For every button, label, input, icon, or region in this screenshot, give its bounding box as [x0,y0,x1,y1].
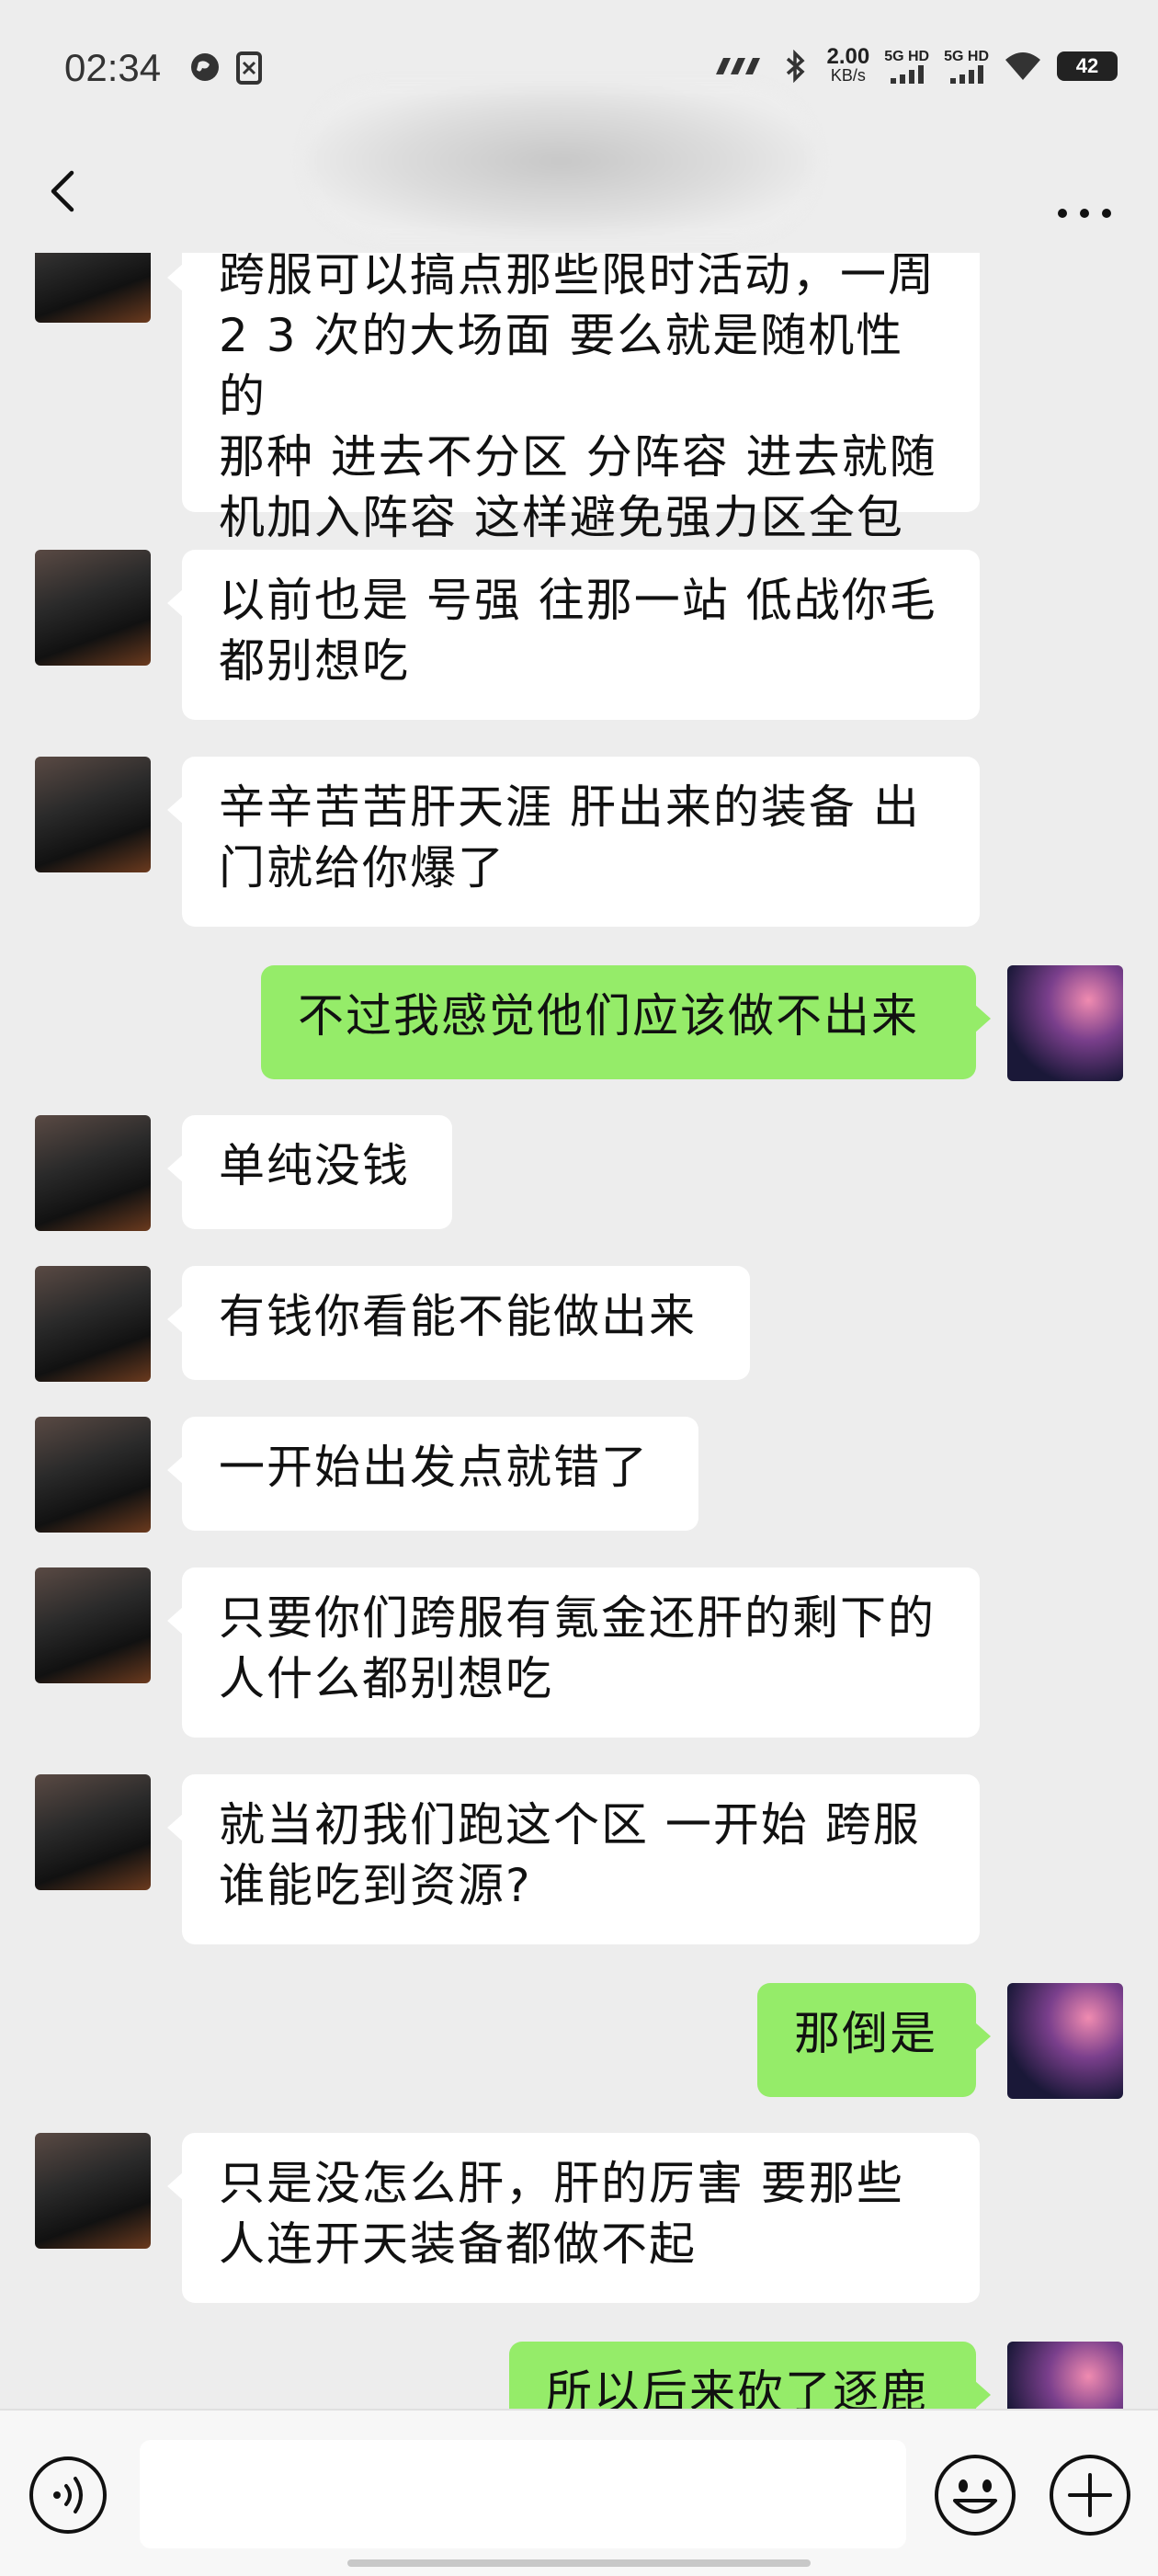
vpn-globe-icon [191,53,219,81]
message-bubble[interactable]: 一开始出发点就错了 [167,1417,698,1531]
back-chevron-icon[interactable] [37,164,92,219]
avatar[interactable] [35,757,151,872]
more-dots-icon[interactable] [1048,165,1121,221]
mobile-logo-icon [716,58,761,74]
chat-input-bar [0,2409,1158,2576]
bluetooth-icon [787,50,806,83]
net-speed: 2.00 KB/s [826,44,870,85]
page-title [303,83,818,239]
message-bubble[interactable]: 辛辛苦苦肝天涯 肝出来的装备 出 门就给你爆了 [167,757,980,927]
avatar[interactable] [1007,1983,1123,2099]
signal-2-label: 5G HD [944,49,989,64]
avatar[interactable] [35,550,151,666]
avatar[interactable] [35,1774,151,1890]
net-speed-unit: KB/s [830,66,866,85]
signal-bars-icon [949,65,983,84]
avatar[interactable] [35,2133,151,2249]
avatar[interactable] [35,253,151,323]
chat-header [0,83,1158,253]
message-bubble[interactable]: 所以后来砍了逐鹿 [509,2342,991,2409]
signal-bars-icon [890,65,924,84]
message-bubble[interactable]: 只是没怎么肝，肝的厉害 要那些 人连开天装备都做不起 [167,2133,980,2303]
message-bubble[interactable]: 有钱你看能不能做出来 [167,1266,750,1380]
signal-1: 5G HD [884,49,929,84]
avatar[interactable] [1007,2342,1123,2409]
message-input[interactable] [140,2440,906,2548]
notification-card-icon [236,51,262,85]
message-bubble[interactable]: 以前也是 号强 往那一站 低战你毛 都别想吃 [167,550,980,720]
message-bubble[interactable]: 跨服可以搞点那些限时活动，一周 2 3 次的大场面 要么就是随机性的 那种 进去… [167,253,980,544]
avatar[interactable] [35,1115,151,1231]
message-list[interactable]: 跨服可以搞点那些限时活动，一周 2 3 次的大场面 要么就是随机性的 那种 进去… [0,253,1158,2409]
message-bubble[interactable]: 只要你们跨服有氪金还肝的剩下的 人什么都别想吃 [167,1567,980,1738]
signal-2: 5G HD [944,49,989,84]
message-bubble[interactable]: 不过我感觉他们应该做不出来 [261,965,991,1079]
message-bubble[interactable]: 那倒是 [757,1983,991,2097]
message-bubble[interactable]: 单纯没钱 [167,1115,452,1229]
avatar[interactable] [35,1266,151,1382]
emoji-icon[interactable] [933,2453,1017,2537]
plus-icon[interactable] [1048,2453,1132,2537]
avatar[interactable] [1007,965,1123,1081]
avatar[interactable] [35,1567,151,1683]
voice-icon[interactable] [28,2455,108,2536]
wifi-icon [1005,52,1040,80]
battery-indicator: 42 [1057,51,1118,81]
status-right-group: 2.00 KB/s 5G HD 5G HD 42 [710,44,1118,85]
avatar[interactable] [35,1417,151,1533]
home-indicator[interactable] [347,2559,811,2567]
message-bubble[interactable]: 就当初我们跑这个区 一开始 跨服 谁能吃到资源? [167,1774,980,1944]
net-speed-value: 2.00 [826,44,870,69]
status-time: 02:34 [64,46,162,89]
signal-1-label: 5G HD [884,49,930,64]
